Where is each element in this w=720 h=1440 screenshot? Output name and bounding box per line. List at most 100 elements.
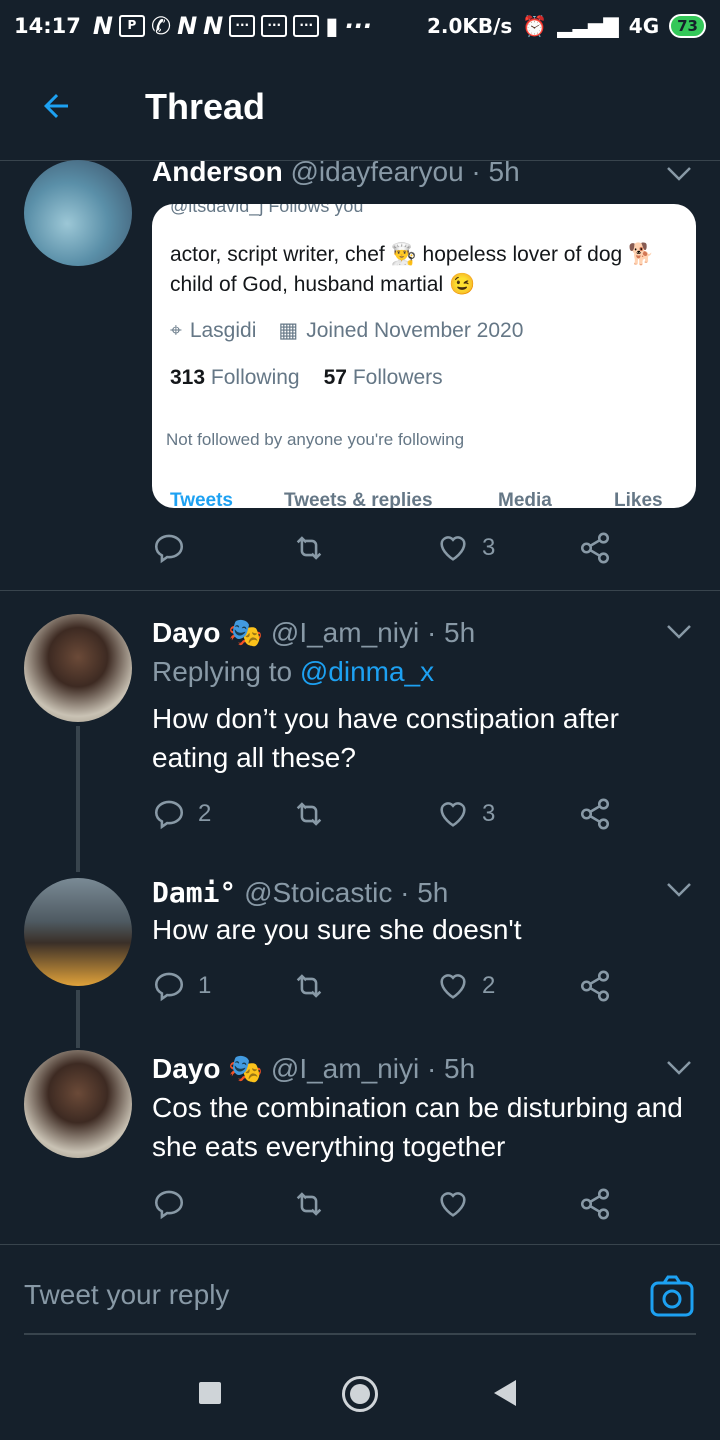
tab-likes[interactable]: Likes	[614, 490, 663, 508]
tab-tweets-replies[interactable]: Tweets & replies	[284, 490, 433, 508]
heart-icon	[440, 802, 466, 827]
replying-to: Replying to @dinma_x	[152, 656, 434, 688]
reply-input[interactable]: Tweet your reply	[24, 1279, 229, 1311]
share-button[interactable]	[578, 1184, 612, 1224]
following-count: 313	[170, 366, 206, 389]
retweet-icon	[296, 536, 322, 560]
author-name[interactable]: Dami°	[152, 876, 236, 909]
retweet-button[interactable]	[292, 794, 326, 834]
heart-icon	[440, 1192, 466, 1217]
tab-tweets[interactable]: Tweets	[170, 490, 233, 508]
reply-bar: Tweet your reply	[0, 1244, 720, 1361]
app-n-icon: N	[177, 12, 198, 40]
tweet-text: Cos the combination can be disturbing an…	[152, 1092, 683, 1162]
tweet[interactable]: Dami° @Stoicastic · 5h How are you sure …	[0, 876, 720, 1036]
author-name[interactable]: Anderson	[152, 156, 283, 187]
followers-count: 57	[323, 366, 347, 389]
author-handle[interactable]: @idayfearyou · 5h	[290, 156, 519, 187]
author-handle[interactable]: @Stoicastic · 5h	[244, 877, 448, 908]
tweet-actions: 1 2	[152, 966, 672, 1006]
chevron-down-icon[interactable]	[666, 166, 692, 182]
profile-location: Lasgidi	[189, 318, 257, 342]
app-n-icon: N	[92, 12, 113, 40]
reply-count: 2	[198, 800, 212, 827]
profile-bio: actor, script writer, chef 👨‍🍳 hopeless …	[170, 243, 655, 296]
chevron-down-icon[interactable]	[666, 1060, 692, 1076]
heart-icon	[440, 536, 466, 561]
tweet-header: Anderson @idayfearyou · 5h	[152, 156, 520, 188]
reply-button[interactable]	[152, 528, 186, 568]
profile-stats: 313 Following 57 Followers	[170, 366, 443, 390]
reply-icon	[154, 1190, 184, 1220]
status-right: 2.0KB/s ⏰ ▂▃▅▇ 4G 73	[427, 0, 706, 52]
reply-button[interactable]: 1	[152, 966, 211, 1006]
retweet-button[interactable]	[292, 528, 326, 568]
share-icon	[580, 970, 610, 1002]
message-icon: ···	[229, 15, 256, 37]
app-p-icon: P	[118, 15, 145, 37]
author-handle[interactable]: @I_am_niyi · 5h	[271, 1053, 475, 1084]
calendar-icon: ▦	[278, 319, 299, 342]
reply-button[interactable]	[152, 1184, 186, 1224]
profile-hover-card[interactable]: @itsdavid_j Follows you actor, script wr…	[152, 204, 696, 508]
avatar[interactable]	[24, 160, 132, 266]
like-button[interactable]: 3	[436, 528, 495, 568]
app-n-icon: N	[203, 12, 224, 40]
author-handle[interactable]: @I_am_niyi · 5h	[271, 617, 475, 648]
like-count: 3	[482, 800, 496, 827]
replying-handle-link[interactable]: @dinma_x	[300, 656, 434, 687]
tweet-header: Dayo 🎭 @I_am_niyi · 5h	[152, 616, 475, 649]
recents-icon[interactable]	[199, 1382, 221, 1404]
more-icon: ···	[344, 12, 372, 40]
tweet-actions: 2 3	[152, 794, 672, 834]
app-header: Thread	[0, 52, 720, 161]
battery-icon: 73	[669, 14, 706, 38]
reply-icon	[154, 800, 184, 830]
retweet-icon	[296, 802, 322, 826]
status-time: 14:17	[14, 14, 81, 38]
back-arrow-icon[interactable]	[38, 88, 74, 124]
share-button[interactable]	[578, 528, 612, 568]
signal-icon: ▂▃▅▇	[557, 14, 619, 38]
reply-icon	[154, 972, 184, 1002]
following-link[interactable]: 313 Following	[170, 366, 300, 390]
net-speed: 2.0KB/s	[426, 14, 513, 38]
avatar[interactable]	[24, 1050, 132, 1158]
camera-icon[interactable]	[650, 1275, 694, 1317]
retweet-icon	[296, 974, 322, 998]
share-button[interactable]	[578, 966, 612, 1006]
chevron-down-icon[interactable]	[666, 882, 692, 898]
share-icon	[580, 798, 610, 830]
retweet-button[interactable]	[292, 966, 326, 1006]
like-count: 3	[482, 534, 496, 561]
share-button[interactable]	[578, 794, 612, 834]
avatar[interactable]	[24, 614, 132, 722]
like-button[interactable]	[436, 1184, 470, 1224]
back-icon[interactable]	[492, 1378, 518, 1408]
share-icon	[580, 1188, 610, 1220]
card-cut-header: @itsdavid_j Follows you	[170, 204, 364, 216]
followers-link[interactable]: 57 Followers	[324, 366, 443, 390]
home-icon[interactable]	[342, 1376, 378, 1412]
not-followed-note: Not followed by anyone you're following	[166, 430, 465, 449]
reply-button[interactable]: 2	[152, 794, 211, 834]
tab-media[interactable]: Media	[498, 490, 552, 508]
author-name[interactable]: Dayo 🎭	[152, 617, 263, 648]
reply-underline	[24, 1333, 696, 1335]
like-button[interactable]: 2	[436, 966, 495, 1006]
heart-icon	[440, 974, 466, 999]
share-icon	[580, 532, 610, 564]
author-name[interactable]: Dayo 🎭	[152, 1053, 263, 1084]
tweet-actions: 3	[152, 528, 672, 568]
location-icon: ⌖	[170, 318, 182, 342]
chevron-down-icon[interactable]	[666, 624, 692, 640]
reply-count: 1	[198, 972, 212, 999]
divider	[0, 590, 720, 591]
retweet-button[interactable]	[292, 1184, 326, 1224]
network-type: 4G	[628, 14, 660, 38]
reply-icon	[154, 534, 184, 564]
avatar[interactable]	[24, 878, 132, 986]
page-title: Thread	[145, 86, 266, 127]
tweet-actions	[152, 1184, 672, 1224]
like-button[interactable]: 3	[436, 794, 495, 834]
